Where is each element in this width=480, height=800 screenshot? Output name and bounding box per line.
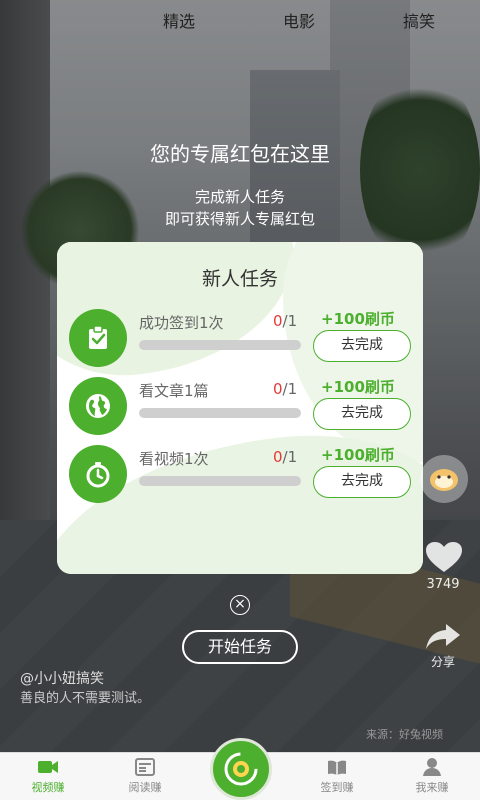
nav-item-read-earn[interactable]: 阅读赚 [110, 757, 180, 795]
author-avatar[interactable] [420, 455, 468, 503]
heart-icon[interactable] [424, 540, 464, 574]
nav-item-video-earn[interactable]: 视频赚 [13, 757, 83, 795]
nav-label: 视频赚 [31, 781, 65, 794]
avatar-icon [430, 469, 458, 491]
newbie-task-card: 新人任务 成功签到1次 0/1 +100刷币 去完成 看文章1篇 0/1 +10… [57, 242, 423, 574]
task-name: 看文章1篇 [139, 382, 209, 400]
like-count: 3749 [426, 577, 460, 592]
video-icon [38, 761, 58, 773]
user-icon [423, 758, 441, 776]
top-tab-bar: 精选 电影 搞笑 [0, 8, 480, 32]
share-icon[interactable] [424, 620, 462, 652]
task-name: 看视频1次 [139, 450, 209, 468]
task-row-watch-video: 看视频1次 0/1 +100刷币 去完成 [57, 444, 423, 504]
promo-subtitle: 完成新人任务 即可获得新人专属红包 [0, 186, 480, 230]
close-icon[interactable]: × [230, 595, 250, 615]
task-progress-bar [139, 408, 301, 418]
promo-title: 您的专属红包在这里 [150, 142, 330, 166]
task-name: 成功签到1次 [139, 314, 224, 332]
center-earn-button[interactable] [210, 738, 272, 800]
globe-icon [69, 377, 127, 435]
go-complete-button[interactable]: 去完成 [313, 398, 411, 430]
nav-item-checkin-earn[interactable]: 签到赚 [302, 757, 372, 795]
stopwatch-icon [69, 445, 127, 503]
nav-item-me-earn[interactable]: 我来赚 [397, 757, 467, 795]
card-title: 新人任务 [201, 268, 278, 290]
share-label: 分享 [430, 655, 455, 669]
nav-label: 阅读赚 [128, 781, 162, 794]
task-reward: +100刷币 [321, 310, 395, 328]
video-caption: 善良的人不需要测试。 [20, 691, 151, 706]
task-reward: +100刷币 [321, 446, 395, 464]
task-row-read-article: 看文章1篇 0/1 +100刷币 去完成 [57, 376, 423, 436]
task-progress-bar [139, 476, 301, 486]
video-source: 来源：好兔视频 [366, 728, 443, 741]
go-complete-button[interactable]: 去完成 [313, 466, 411, 498]
start-task-button[interactable]: 开始任务 [182, 630, 298, 664]
promo-subtitle-line1: 完成新人任务 [194, 188, 285, 206]
task-row-checkin: 成功签到1次 0/1 +100刷币 去完成 [57, 308, 423, 368]
nav-label: 我来赚 [415, 781, 449, 794]
promo-subtitle-line2: 即可获得新人专属红包 [164, 210, 315, 228]
tab-funny[interactable]: 搞笑 [403, 8, 435, 32]
task-progress-text: 0/1 [273, 380, 298, 398]
clipboard-check-icon [69, 309, 127, 367]
news-icon [135, 758, 155, 776]
tab-movies[interactable]: 电影 [283, 8, 315, 32]
video-author[interactable]: @小小妞搞笑 [20, 668, 104, 688]
go-complete-button[interactable]: 去完成 [313, 330, 411, 362]
book-icon [328, 760, 346, 775]
coin-refresh-icon [224, 752, 258, 786]
nav-label: 签到赚 [320, 781, 354, 794]
task-progress-text: 0/1 [273, 448, 298, 466]
task-progress-bar [139, 340, 301, 350]
task-progress-text: 0/1 [273, 312, 298, 330]
task-reward: +100刷币 [321, 378, 395, 396]
tab-featured[interactable]: 精选 [163, 8, 195, 32]
